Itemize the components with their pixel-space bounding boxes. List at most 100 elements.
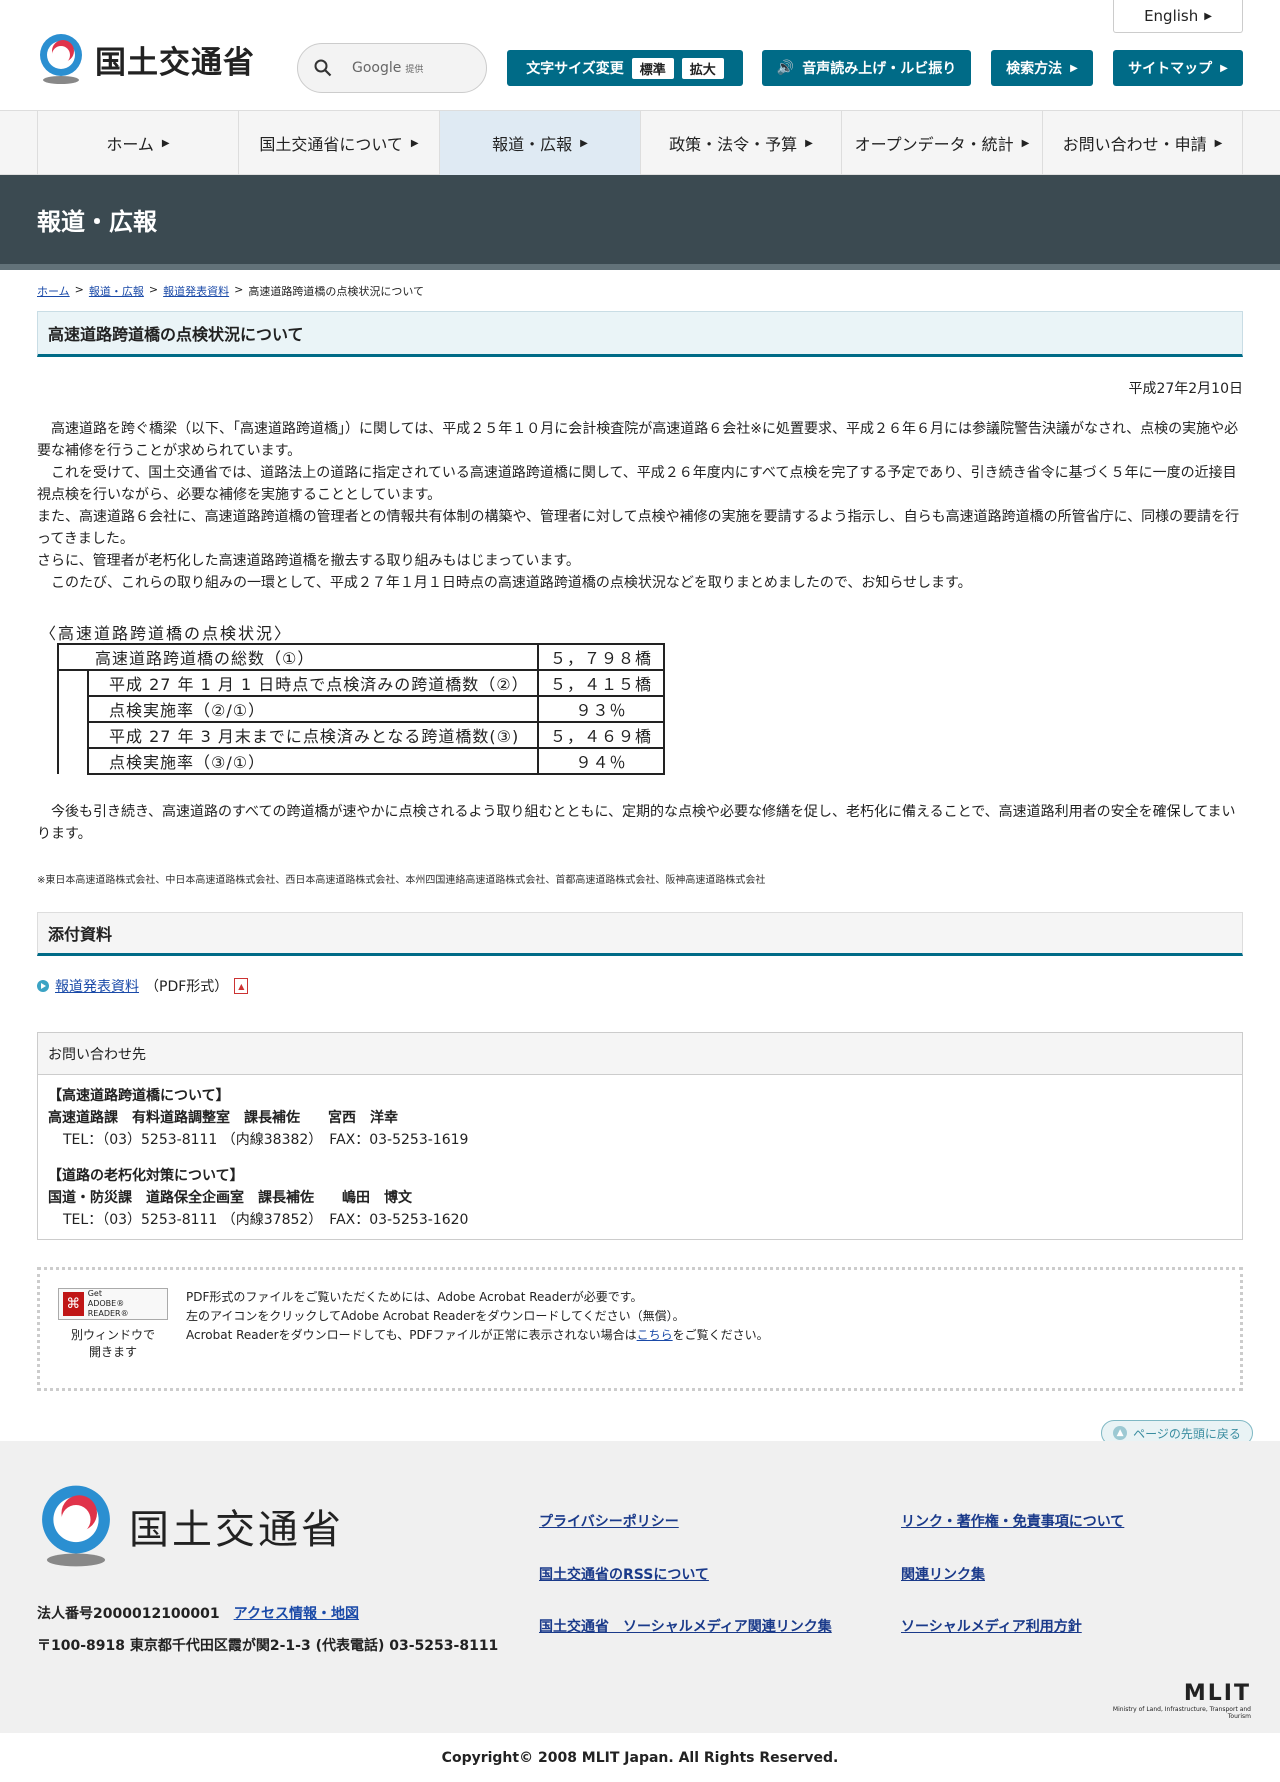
nav-press[interactable]: 報道・広報 ▶	[439, 111, 640, 175]
footer-address: 〒100-8918 東京都千代田区霞が関2-1-3 (代表電話) 03-5253…	[37, 1638, 499, 1654]
article-paragraph: これを受けて、国土交通省では、道路法上の道路に指定されている高速道路跨道橋に関し…	[37, 465, 1237, 503]
window-note: 開きます	[88, 1345, 137, 1359]
nav-contact[interactable]: お問い合わせ・申請 ▶	[1042, 111, 1243, 175]
nav-label: ホーム	[106, 135, 154, 154]
corp-info: 法人番号2000012100001 アクセス情報・地図	[37, 1603, 359, 1623]
arrow-right-icon: ▶	[805, 137, 813, 149]
article-paragraph: 高速道路を跨ぐ橋梁（以下、「高速道路跨道橋」）に関しては、平成２５年１０月に会計…	[37, 421, 1239, 459]
mlit-wordmark: MLIT Ministry of Land, Infrastructure, T…	[1101, 1681, 1251, 1720]
nav-label: 政策・法令・予算	[669, 135, 798, 154]
table-cell-label: 高速道路跨道橋の総数（①）	[57, 643, 539, 671]
arrow-right-icon: ▶	[1214, 137, 1223, 149]
section-banner: 報道・広報	[0, 175, 1280, 270]
nav-opendata[interactable]: オープンデータ・統計 ▶	[841, 111, 1042, 175]
footer-logo[interactable]: 国土交通省	[37, 1484, 344, 1568]
site-footer: 国土交通省 法人番号2000012100001 アクセス情報・地図 〒100-8…	[0, 1441, 1280, 1733]
nav-home[interactable]: ホーム ▶	[37, 111, 238, 175]
search-method-label: 検索方法	[1006, 61, 1063, 77]
acrobat-download-badge[interactable]: ⌘ Get ADOBE® READER® 別ウィンドウで 開きます	[58, 1288, 168, 1370]
arrow-up-icon: ▲	[1113, 1426, 1128, 1440]
arrow-right-icon: ▶	[161, 137, 170, 149]
breadcrumb-press[interactable]: 報道・広報	[89, 283, 144, 299]
table-cell-value: ５，４６９橋	[537, 721, 665, 749]
table-row: 点検実施率（②/①） ９３％	[58, 695, 665, 723]
table-title: 〈高速道路跨道橋の点検状況〉	[40, 624, 293, 643]
search-placeholder: Google	[352, 60, 402, 76]
article-date: 平成27年2月10日	[1128, 381, 1243, 397]
footer-logo-text: 国土交通省	[129, 1507, 344, 1553]
speech-button[interactable]: 🔊 音声読み上げ・ルビ振り	[762, 50, 971, 86]
arrow-right-icon: ▶	[1220, 62, 1228, 74]
mlit-logo-icon	[42, 1485, 110, 1567]
social-media-links-link[interactable]: 国土交通省 ソーシャルメディア関連リンク集	[539, 1616, 832, 1636]
search-provider: 提供	[405, 65, 424, 75]
font-size-label: 文字サイズ変更	[526, 61, 624, 77]
copyright: Copyright© 2008 MLIT Japan. All Rights R…	[441, 1749, 839, 1766]
social-media-policy-link[interactable]: ソーシャルメディア利用方針	[901, 1616, 1082, 1636]
acrobat-notice: ⌘ Get ADOBE® READER® 別ウィンドウで 開きます PDF形式のフ…	[37, 1267, 1243, 1391]
nav-about[interactable]: 国土交通省について ▶	[238, 111, 439, 175]
arrow-bullet-icon	[37, 980, 49, 992]
contact-title: お問い合わせ先	[38, 1033, 1242, 1075]
font-size-control: 文字サイズ変更 標準 拡大	[507, 50, 743, 86]
font-standard-button[interactable]: 標準	[631, 57, 674, 79]
article-body: 高速道路を跨ぐ橋梁（以下、「高速道路跨道橋」）に関しては、平成２５年１０月に会計…	[37, 418, 1243, 594]
contact-section: 【道路の老朽化対策について】 国道・防災課 道路保全企画室 課長補佐 嶋田 博文…	[48, 1165, 1232, 1231]
table-cell-label: 平成 27 年 3 月末までに点検済みとなる跨道橋数(③)	[87, 721, 539, 749]
sitemap-button[interactable]: サイトマップ ▶	[1113, 50, 1243, 86]
search-method-button[interactable]: 検索方法 ▶	[991, 50, 1093, 86]
contact-heading: 【高速道路跨道橋について】	[48, 1088, 230, 1104]
copyright-link[interactable]: リンク・著作権・免責事項について	[901, 1511, 1124, 1531]
table-row: 平成 27 年 1 月 1 日時点で点検済みの跨道橋数（②） ５，４１５橋	[57, 669, 665, 774]
breadcrumb-releases[interactable]: 報道発表資料	[163, 283, 229, 299]
footnote: ※東日本高速道路株式会社、中日本高速道路株式会社、西日本高速道路株式会社、本州四…	[37, 875, 766, 886]
contact-dept: 国道・防災課 道路保全企画室 課長補佐 嶋田 博文	[48, 1190, 412, 1206]
breadcrumb: ホーム > 報道・広報 > 報道発表資料 > 高速道路跨道橋の点検状況について	[37, 283, 424, 299]
article-paragraph: また、高速道路６会社に、高速道路跨道橋の管理者との情報共有体制の構築や、管理者に…	[37, 509, 1240, 547]
arrow-right-icon: ▶	[1070, 62, 1078, 74]
contact-box: お問い合わせ先 【高速道路跨道橋について】 高速道路課 有料道路調整室 課長補佐…	[37, 1032, 1243, 1240]
contact-tel: TEL：（03）5253-8111 （内線38382） FAX：03-5253-…	[63, 1132, 469, 1148]
table-cell-value: ５，４１５橋	[537, 669, 665, 697]
mlit-logo-icon	[37, 33, 85, 85]
english-link[interactable]: English ▶	[1113, 0, 1243, 33]
attachment-item: 報道発表資料 （PDF形式） ▲	[37, 976, 249, 996]
acrobat-line: PDF形式のファイルをご覧いただくためには、Adobe Acrobat Read…	[186, 1290, 643, 1304]
nav-label: お問い合わせ・申請	[1062, 135, 1207, 154]
font-large-button[interactable]: 拡大	[681, 57, 724, 79]
contact-body: 【高速道路跨道橋について】 高速道路課 有料道路調整室 課長補佐 宮西 洋幸 T…	[38, 1075, 1242, 1255]
breadcrumb-separator: >	[234, 283, 244, 296]
table-indent	[57, 670, 89, 774]
attachment-link[interactable]: 報道発表資料	[55, 976, 139, 996]
table-cell-value: ９４％	[537, 747, 665, 775]
inspection-table: 高速道路跨道橋の総数（①） ５，７９８橋 平成 27 年 1 月 1 日時点で点…	[57, 643, 665, 775]
arrow-right-icon: ▶	[580, 137, 588, 149]
access-link[interactable]: アクセス情報・地図	[234, 1603, 359, 1623]
privacy-link[interactable]: プライバシーポリシー	[539, 1511, 679, 1531]
table-row: 高速道路跨道橋の総数（①） ５，７９８橋	[57, 643, 665, 671]
nav-policy[interactable]: 政策・法令・予算 ▶	[640, 111, 841, 175]
adobe-reader-icon: ⌘ Get ADOBE® READER®	[58, 1288, 168, 1320]
sitemap-label: サイトマップ	[1128, 61, 1213, 77]
table-cell-label: 点検実施率（②/①）	[87, 695, 539, 723]
badge-get: Get	[87, 1289, 102, 1298]
acrobat-line: Acrobat Readerをダウンロードしても、PDFファイルが正常に表示され…	[186, 1328, 637, 1342]
search-input[interactable]: Google 提供	[352, 60, 423, 76]
related-links-link[interactable]: 関連リンク集	[901, 1564, 985, 1584]
arrow-right-icon: ▶	[410, 137, 419, 149]
rss-link[interactable]: 国土交通省のRSSについて	[539, 1564, 709, 1584]
search-box[interactable]: Google 提供	[297, 43, 487, 93]
table-row: 点検実施率（③/①） ９４％	[58, 747, 665, 775]
mlit-logo: MLIT	[1183, 1681, 1251, 1706]
banner-title: 報道・広報	[37, 208, 157, 236]
acrobat-line: 左のアイコンをクリックしてAdobe Acrobat Readerをダウンロード…	[186, 1309, 685, 1323]
article-paragraph: このたび、これらの取り組みの一環として、平成２７年１月１日時点の高速道路跨道橋の…	[37, 575, 972, 591]
site-logo[interactable]: 国土交通省	[37, 33, 255, 85]
acrobat-text: PDF形式のファイルをご覧いただくためには、Adobe Acrobat Read…	[186, 1288, 769, 1370]
site-header: 国土交通省 Google 提供 English ▶ 文字サイズ変更 標準 拡大 🔊 …	[0, 0, 1280, 111]
mlit-full-name: Ministry of Land, Infrastructure, Transp…	[1112, 1706, 1251, 1720]
breadcrumb-current: 高速道路跨道橋の点検状況について	[248, 285, 424, 298]
page-top-label: ページの先頭に戻る	[1133, 1426, 1241, 1441]
breadcrumb-home[interactable]: ホーム	[37, 283, 70, 299]
acrobat-help-link[interactable]: こちら	[637, 1328, 673, 1342]
